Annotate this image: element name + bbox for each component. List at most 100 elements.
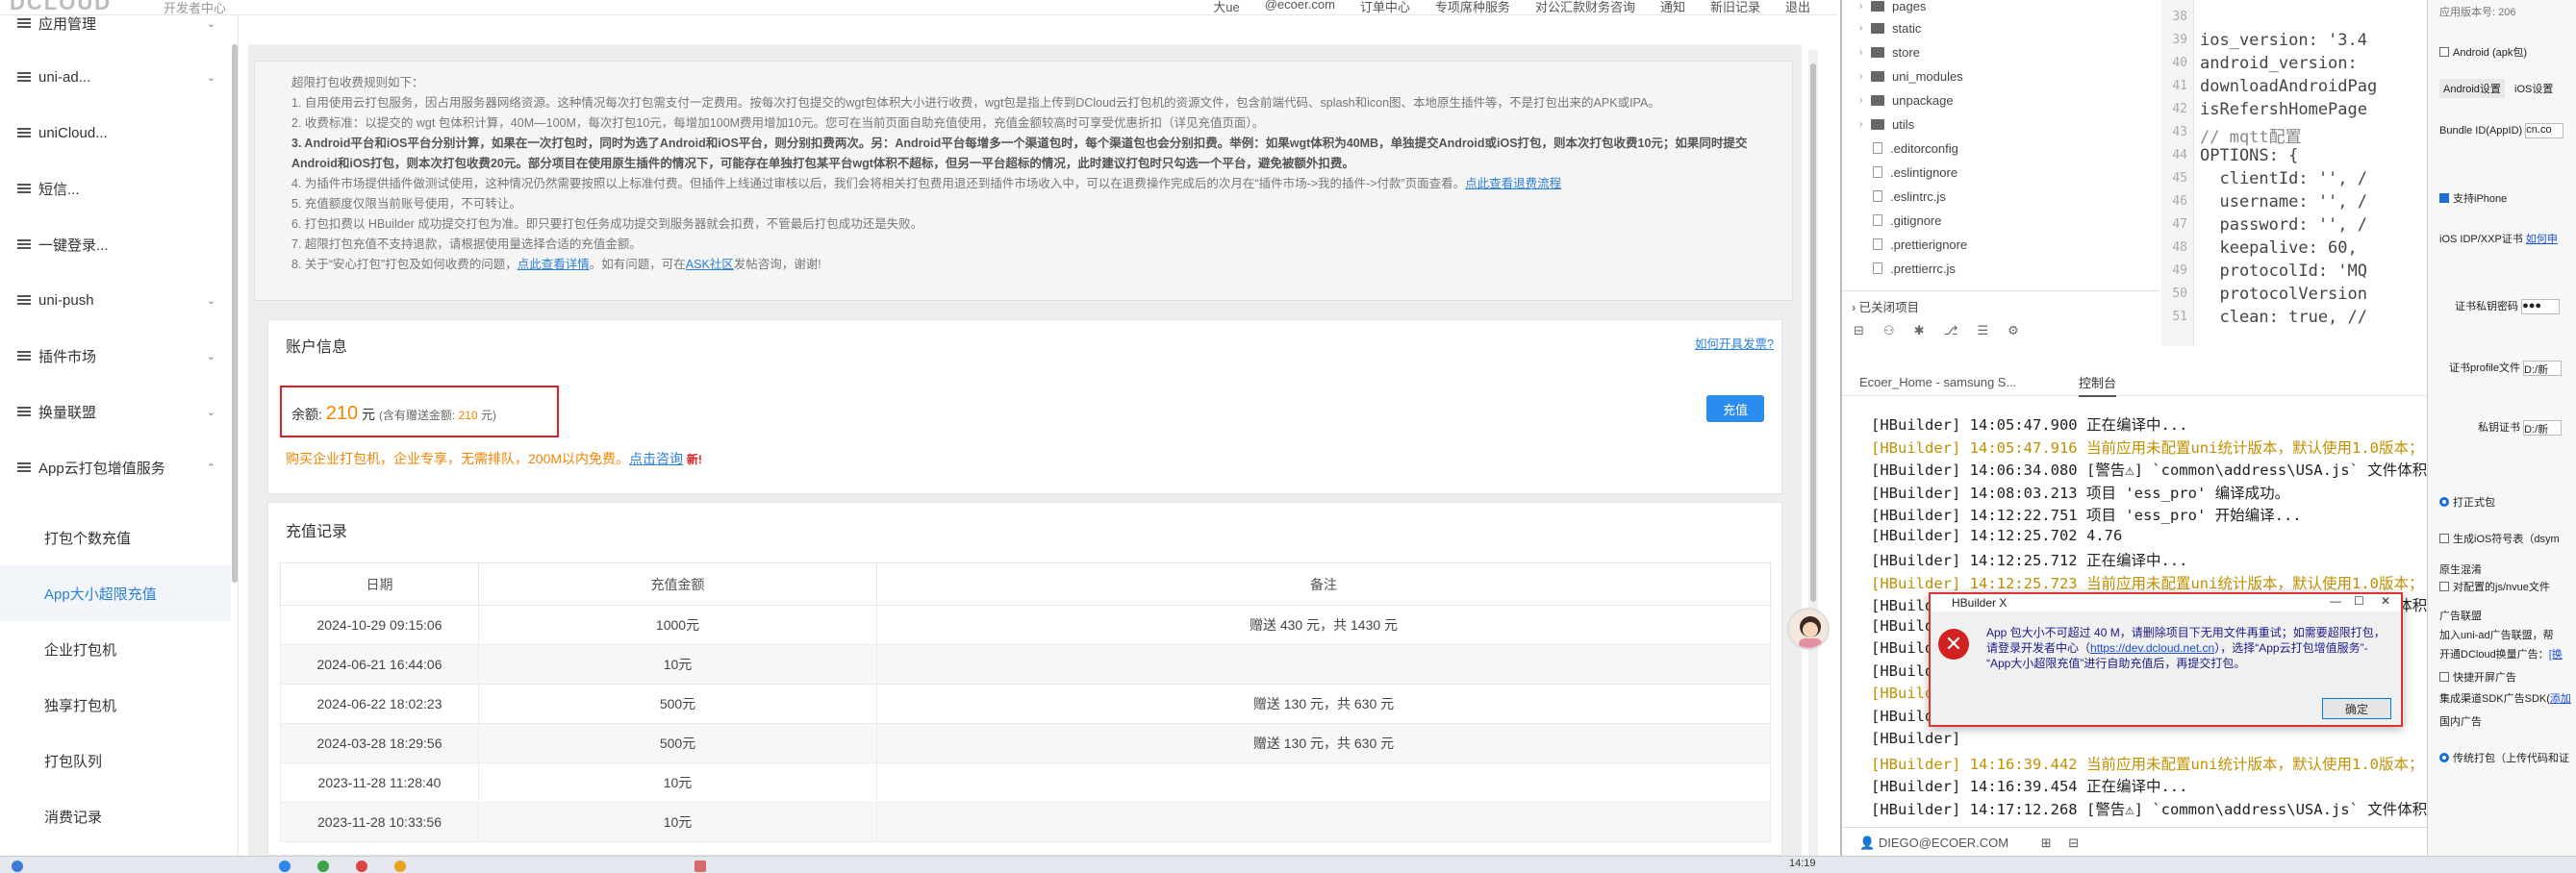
private-key-input[interactable]: D:/新	[2523, 420, 2563, 436]
tab-console[interactable]: 控制台	[2079, 373, 2117, 397]
preview-icon[interactable]: ⊟	[1854, 323, 1864, 346]
refund-process-link[interactable]: 点此查看退费流程	[1465, 177, 1561, 190]
debug-icon[interactable]: ✱	[1914, 323, 1925, 346]
sidebar-subitem-pack-queue[interactable]: 打包队列	[0, 733, 231, 788]
top-nav-finance[interactable]: 对公汇款财务咨询	[1535, 0, 1635, 15]
dsym-checkbox[interactable]: 生成iOS符号表（dsym	[2439, 531, 2560, 546]
sidebar-item-plugin-market[interactable]: 插件市场 ⌄	[0, 329, 231, 383]
js-obfuscate-checkbox[interactable]: 对配置的js/nvue文件	[2439, 579, 2550, 594]
invoice-link[interactable]: 如何开具发票?	[1695, 334, 1774, 352]
details-link[interactable]: 点此查看详情	[518, 258, 590, 271]
panel-icon[interactable]: ⊟	[2068, 836, 2079, 850]
menu-icon	[17, 128, 31, 137]
top-nav-email[interactable]: @ecoer.com	[1265, 0, 1335, 15]
tab-android-settings[interactable]: Android设置	[2439, 79, 2505, 98]
ok-button[interactable]: 确定	[2322, 698, 2391, 719]
top-nav-service[interactable]: 专项席种服务	[1435, 0, 1510, 15]
scrollbar-thumb[interactable]	[1810, 63, 1816, 602]
android-checkbox[interactable]: Android (apk包)	[2439, 44, 2527, 60]
git-icon[interactable]: ⎇	[1943, 323, 1957, 346]
recharge-button[interactable]: 充值	[1706, 395, 1764, 422]
explorer-item[interactable]: › uni_modules	[1859, 64, 1963, 87]
maximize-icon[interactable]: ☐	[2354, 594, 2364, 608]
sidebar-item-one-click-login[interactable]: 一键登录...	[0, 217, 231, 271]
top-nav: 大ue @ecoer.com 订单中心 专项席种服务 对公汇款财务咨询 通知 新…	[1213, 0, 1810, 15]
chevron-right-icon: ›	[1859, 70, 1863, 82]
list-icon[interactable]: ☰	[1977, 323, 1988, 346]
explorer-item[interactable]: › unpackage	[1859, 88, 1954, 112]
taskbar: 14:19	[0, 856, 2576, 873]
sidebar-subitem-pack-count[interactable]: 打包个数充值	[0, 510, 231, 565]
bundle-id-input[interactable]: cn.co	[2525, 123, 2564, 138]
profile-file-input[interactable]: D:/新	[2523, 361, 2563, 377]
explorer-item[interactable]: .editorconfig	[1859, 137, 1958, 160]
console-line: [HBuilder] 14:16:39.442 当前应用未配置uni统计版本，默…	[1871, 755, 2424, 773]
minimize-icon[interactable]: —	[2330, 594, 2341, 608]
top-nav-records[interactable]: 新旧记录	[1710, 0, 1760, 15]
table-row: 2024-06-22 18:02:23 500元 赠送 130 元，共 630 元	[280, 684, 1771, 724]
consult-link[interactable]: 点击咨询	[629, 451, 683, 466]
top-nav-user[interactable]: 大ue	[1213, 0, 1239, 15]
folder-icon	[1871, 70, 1884, 82]
sidebar-subitem-enterprise-packer[interactable]: 企业打包机	[0, 621, 231, 677]
close-icon[interactable]: ✕	[2381, 594, 2390, 608]
cert-password-input[interactable]: ●●●	[2521, 299, 2561, 315]
sidebar-item-uni-ad[interactable]: uni-ad... ⌄	[0, 50, 231, 104]
assistant-avatar-icon[interactable]	[1787, 608, 1830, 650]
formal-pack-radio[interactable]: 打正式包	[2439, 494, 2495, 510]
tab-ios-settings[interactable]: iOS设置	[2511, 79, 2557, 98]
sidebar-item-unicloud[interactable]: uniCloud...	[0, 106, 231, 160]
app-icon[interactable]	[394, 861, 406, 872]
top-nav-orders[interactable]: 订单中心	[1360, 0, 1410, 15]
explorer-item[interactable]: .gitignore	[1859, 209, 1941, 232]
sidebar-item-uni-push[interactable]: uni-push ⌄	[0, 273, 231, 327]
explorer-item[interactable]: .eslintignore	[1859, 161, 1957, 184]
explorer-item[interactable]: › pages	[1859, 0, 1926, 17]
explorer-item[interactable]: › static	[1859, 16, 1921, 39]
status-user[interactable]: DIEGO@ECOER.COM	[1879, 836, 2008, 850]
explorer-item[interactable]: › store	[1859, 40, 1920, 63]
support-iphone-checkbox[interactable]: 支持iPhone	[2439, 190, 2507, 206]
sdk-ad-link[interactable]: 添加	[2550, 693, 2571, 705]
sidebar-subitem-size-recharge[interactable]: App大小超限充值	[0, 565, 231, 621]
explorer-item[interactable]: › utils	[1859, 112, 1914, 136]
table-row: 2024-06-21 16:44:06 10元	[280, 644, 1771, 685]
users-icon[interactable]: ⚇	[1883, 323, 1895, 346]
sidebar-scrollbar[interactable]	[232, 44, 238, 583]
sidebar-item-exchange-union[interactable]: 换量联盟 ⌄	[0, 385, 231, 438]
explorer-item[interactable]: .eslintrc.js	[1859, 185, 1946, 208]
splash-ad-checkbox[interactable]: 快捷开屏广告	[2439, 669, 2516, 685]
tab-device-log[interactable]: Ecoer_Home - samsung S...	[1859, 375, 2016, 389]
gift-amount: 210	[458, 409, 478, 422]
exchange-ad-link[interactable]: [换	[2549, 649, 2563, 661]
sidebar-subitem-dedicated-packer[interactable]: 独享打包机	[0, 677, 231, 733]
top-nav-notice[interactable]: 通知	[1660, 0, 1685, 15]
explorer-item[interactable]: .prettierignore	[1859, 233, 1967, 256]
main-scrollbar[interactable]	[1808, 50, 1818, 856]
col-amount: 充值金额	[478, 562, 877, 606]
sidebar-item-app-cloud-pack[interactable]: App云打包增值服务 ⌃	[0, 440, 231, 494]
dev-center-link[interactable]: https://dev.dcloud.net.cn	[2090, 641, 2214, 655]
cert-help-link[interactable]: 如何申	[2526, 234, 2558, 245]
traditional-pack-radio[interactable]: 传统打包（上传代码和证	[2439, 750, 2569, 765]
console-tabs: Ecoer_Home - samsung S... 控制台	[1842, 365, 2429, 397]
sidebar-item-app-manage[interactable]: 应用管理 ⌄	[0, 0, 231, 50]
start-icon[interactable]	[12, 861, 23, 872]
sidebar-subitem-consumption[interactable]: 消费记录	[0, 788, 231, 844]
app-icon[interactable]	[317, 861, 329, 872]
terminal-icon[interactable]: ⊞	[2041, 836, 2052, 850]
top-nav-logout[interactable]: 退出	[1785, 0, 1810, 15]
code-editor[interactable]: ios_version: '3.4 android_version: downl…	[2200, 0, 2429, 346]
chevron-down-icon: ⌄	[206, 407, 215, 418]
closed-projects[interactable]: › 已关闭项目	[1842, 290, 2159, 315]
sidebar-item-sms[interactable]: 短信...	[0, 162, 231, 215]
app-icon[interactable]	[356, 861, 367, 872]
app-icon[interactable]	[695, 861, 706, 872]
app-icon[interactable]	[279, 861, 290, 872]
chevron-right-icon: ›	[1859, 118, 1863, 130]
chevron-right-icon: ›	[1859, 46, 1863, 58]
settings-icon[interactable]: ⚙	[2008, 323, 2019, 346]
menu-icon	[17, 18, 31, 28]
ask-community-link[interactable]: ASK社区	[686, 258, 734, 271]
explorer-item[interactable]: .prettierrc.js	[1859, 257, 1956, 280]
